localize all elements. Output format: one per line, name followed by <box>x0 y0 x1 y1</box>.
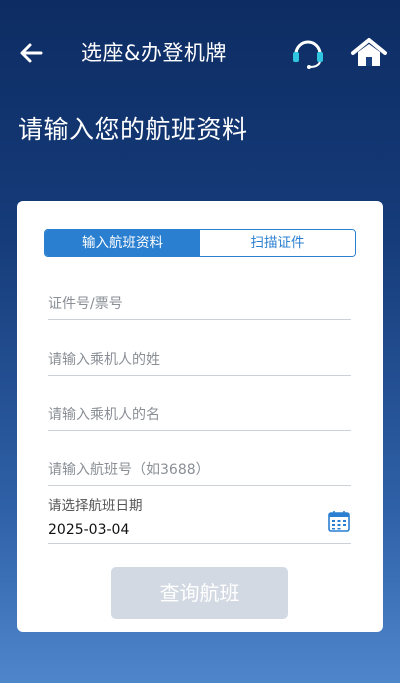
id-number-input[interactable] <box>48 289 351 319</box>
customer-service-button[interactable] <box>290 36 326 70</box>
page-title: 选座&办登机牌 <box>81 41 227 65</box>
surname-field <box>48 345 351 376</box>
flight-date-label: 请选择航班日期 <box>48 498 143 514</box>
back-arrow-icon <box>20 43 43 63</box>
given-name-field <box>48 400 351 431</box>
flight-date-picker[interactable]: 请选择航班日期 2025-03-04 <box>48 497 351 544</box>
input-mode-tabs: 输入航班资料 扫描证件 <box>44 229 356 257</box>
tab-enter-flight-info[interactable]: 输入航班资料 <box>45 230 200 256</box>
home-button[interactable] <box>349 36 389 70</box>
tab-scan-document[interactable]: 扫描证件 <box>200 230 355 256</box>
query-flight-button[interactable]: 查询航班 <box>111 567 288 619</box>
surname-input[interactable] <box>48 345 351 375</box>
top-bar: 选座&办登机牌 <box>0 0 400 106</box>
page-heading: 请输入您的航班资料 <box>18 115 248 144</box>
flight-info-card: 输入航班资料 扫描证件 请选择航班日期 2025-03-04 查询航班 <box>17 201 383 632</box>
id-number-field <box>48 289 351 320</box>
flight-date-value: 2025-03-04 <box>48 522 130 538</box>
given-name-input[interactable] <box>48 400 351 430</box>
customer-service-headset-icon <box>293 40 323 69</box>
back-button[interactable] <box>16 38 46 68</box>
home-icon <box>351 38 387 66</box>
calendar-icon[interactable] <box>327 509 351 533</box>
flight-number-input[interactable] <box>48 455 351 485</box>
flight-number-field <box>48 455 351 486</box>
